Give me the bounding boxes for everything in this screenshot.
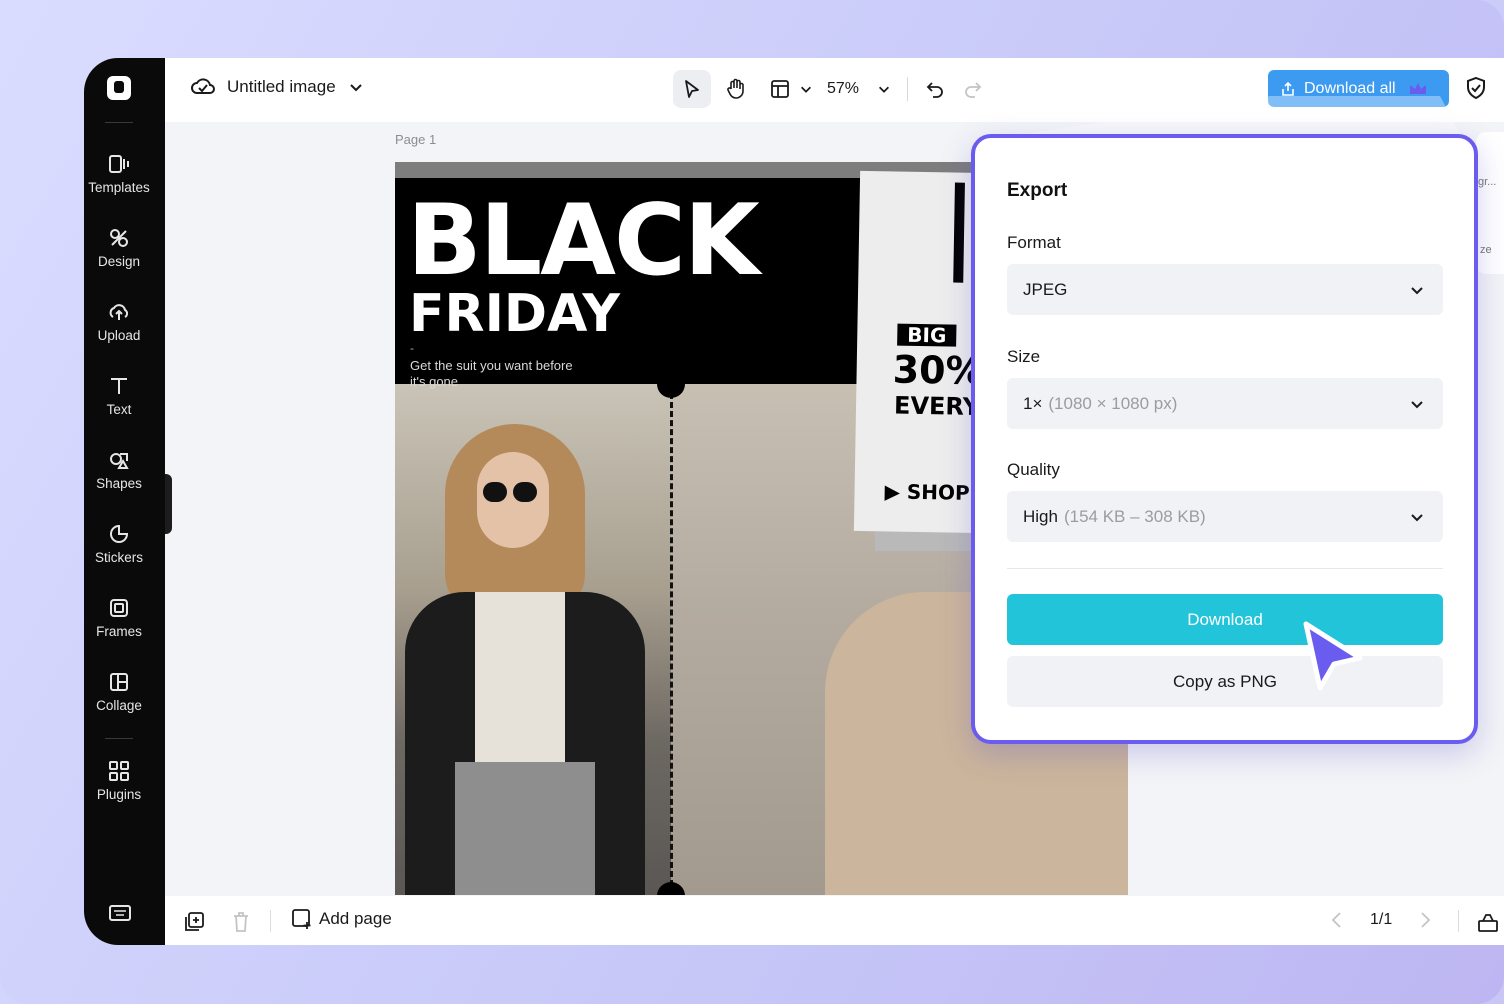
size-label: Size	[1007, 347, 1041, 366]
quality-detail: (154 KB – 308 KB)	[1063, 506, 1206, 526]
size-select[interactable]: 1× (1080 × 1080 px)	[1007, 378, 1443, 429]
chevron-down-icon	[1411, 287, 1423, 295]
export-divider	[1007, 568, 1443, 569]
format-select[interactable]: JPEG	[1007, 264, 1443, 315]
size-value: 1×	[1023, 393, 1043, 413]
quality-select[interactable]: High (154 KB – 308 KB)	[1007, 491, 1443, 542]
download-button[interactable]: Download	[1007, 594, 1443, 645]
size-detail: (1080 × 1080 px)	[1048, 393, 1178, 413]
quality-value: High	[1023, 506, 1058, 526]
format-label: Format	[1007, 233, 1061, 252]
export-dialog: Export Format JPEG Size 1× (1080 × 1080 …	[971, 134, 1478, 744]
quality-label: Quality	[1007, 460, 1060, 479]
chevron-down-icon	[1411, 401, 1423, 409]
export-title: Export	[1007, 180, 1068, 201]
format-value: JPEG	[1023, 279, 1068, 299]
copy-as-png-button[interactable]: Copy as PNG	[1007, 656, 1443, 707]
chevron-down-icon	[1411, 514, 1423, 522]
mouse-cursor-icon	[1298, 618, 1368, 699]
